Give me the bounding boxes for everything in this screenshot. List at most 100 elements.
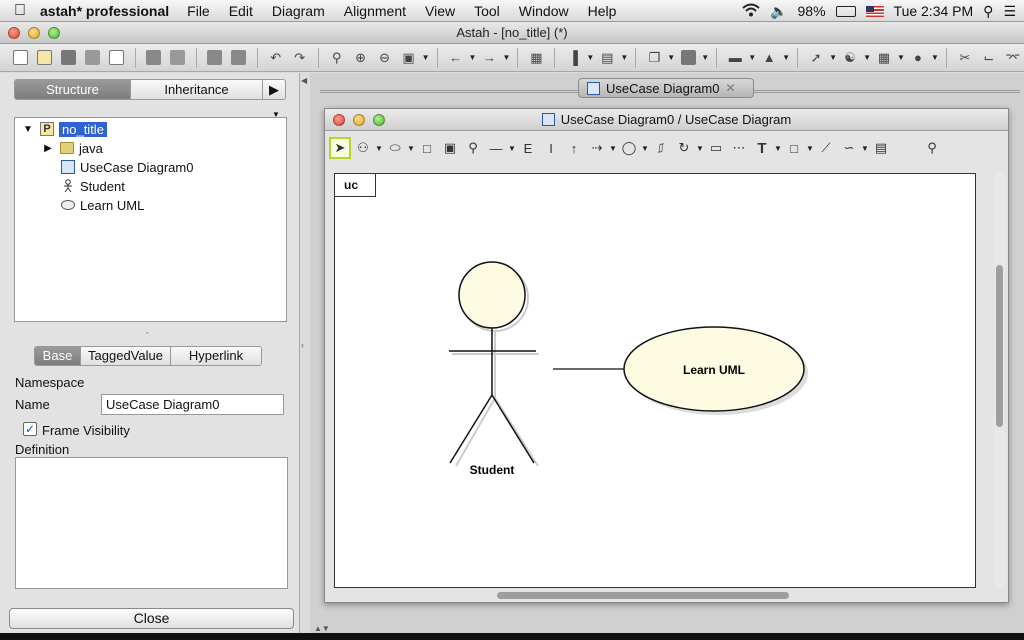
stamp-dropdown-icon[interactable]: ▼ — [782, 53, 790, 62]
fit-to-window-icon[interactable]: ▣ — [398, 47, 420, 69]
line-tool-icon[interactable]: ⟋ — [815, 137, 837, 159]
close-tab-icon[interactable]: ✕ — [725, 81, 735, 95]
vertical-scroll-thumb[interactable] — [996, 265, 1003, 427]
menu-diagram[interactable]: Diagram — [272, 3, 325, 19]
rectangle-tool-dropdown-icon[interactable]: ▼ — [806, 144, 814, 153]
actor-name[interactable]: Student — [470, 463, 515, 477]
zoom-window-button[interactable] — [48, 27, 60, 39]
line-connector-icon[interactable]: ➚ — [805, 47, 827, 69]
line-style-dropdown-icon[interactable]: ▼ — [748, 53, 756, 62]
menu-window[interactable]: Window — [519, 3, 569, 19]
circle-dropdown-icon[interactable]: ▼ — [931, 53, 939, 62]
generalization-tool-icon[interactable]: ↑ — [563, 137, 585, 159]
line-connector-dropdown-icon[interactable]: ▼ — [829, 53, 837, 62]
tab-taggedvalue[interactable]: TaggedValue — [81, 347, 171, 365]
clock[interactable]: Tue 2:34 PM — [894, 3, 974, 19]
battery-icon[interactable] — [835, 5, 856, 17]
system-boundary-tool-icon[interactable]: □ — [416, 137, 438, 159]
align-top-icon[interactable]: ▐ — [562, 47, 584, 69]
align-left-icon[interactable]: ▤ — [596, 47, 618, 69]
extend-tool-icon[interactable]: E — [517, 137, 539, 159]
text-tool-dropdown-icon[interactable]: ▼ — [774, 144, 782, 153]
undo-icon[interactable]: ↶ — [265, 47, 287, 69]
doc-tab-usecase-diagram[interactable]: UseCase Diagram0 ✕ — [578, 78, 754, 98]
tab-base[interactable]: Base — [35, 347, 81, 365]
tab-scroll-right-icon[interactable]: ▶ — [263, 80, 285, 99]
input-flag-icon[interactable] — [865, 5, 884, 17]
usecase-tool-dropdown-icon[interactable]: ▼ — [407, 144, 415, 153]
circle-icon[interactable]: ● — [907, 47, 929, 69]
text-tool-icon[interactable]: T — [751, 137, 773, 159]
align-left-dropdown-icon[interactable]: ▼ — [620, 53, 628, 62]
menu-tool[interactable]: Tool — [474, 3, 500, 19]
association-tool-dropdown-icon[interactable]: ▼ — [508, 144, 516, 153]
copy-diagram-icon[interactable] — [204, 47, 226, 69]
stamp-icon[interactable]: ▲ — [758, 47, 780, 69]
battery-percent[interactable]: 98% — [798, 3, 826, 19]
expanded-disclosure-icon[interactable]: ▼ — [21, 122, 35, 136]
vertical-scrollbar[interactable] — [995, 173, 1005, 588]
corner-line-icon[interactable]: ⌙ — [978, 47, 1000, 69]
minimize-diagram-button[interactable] — [353, 114, 365, 126]
bring-front-dropdown-icon[interactable]: ▼ — [667, 53, 675, 62]
curve-line-icon[interactable]: ⌤ — [1002, 47, 1024, 69]
tree-item-student[interactable]: Student — [61, 177, 125, 195]
boundary-tool-icon[interactable]: ⎎ — [650, 137, 672, 159]
zoom-in-icon[interactable]: ⊕ — [350, 47, 372, 69]
paste-diagram-icon[interactable] — [228, 47, 250, 69]
tree-layout-icon[interactable]: ☯ — [839, 47, 861, 69]
close-button[interactable]: Close — [9, 608, 294, 629]
menu-help[interactable]: Help — [588, 3, 617, 19]
back-dropdown-icon[interactable]: ▼ — [468, 53, 477, 62]
usecase-tool-icon[interactable]: ⬭ — [384, 137, 406, 159]
control-tool-icon[interactable]: ↻ — [673, 137, 695, 159]
fill-color-dropdown-icon[interactable]: ▼ — [701, 53, 709, 62]
tab-hyperlink[interactable]: Hyperlink — [171, 347, 261, 365]
align-top-dropdown-icon[interactable]: ▼ — [586, 53, 594, 62]
pin-tool-icon[interactable]: ⚲ — [921, 137, 943, 159]
diagram-canvas[interactable]: uc Student Learn UML — [334, 173, 976, 588]
volume-icon[interactable]: 🔈 — [770, 3, 787, 20]
open-file-icon[interactable] — [34, 47, 56, 69]
name-field[interactable]: UseCase Diagram0 — [101, 394, 284, 415]
freeform-tool-dropdown-icon[interactable]: ▼ — [861, 144, 869, 153]
save-icon[interactable] — [58, 47, 80, 69]
resize-corner-icon[interactable]: ▲▼ — [314, 624, 330, 633]
entity-tool-icon[interactable]: ◯ — [618, 137, 640, 159]
menu-view[interactable]: View — [425, 3, 455, 19]
tree-item-learn-uml[interactable]: Learn UML — [61, 196, 144, 214]
frame-visibility-checkbox[interactable]: ✓ — [23, 422, 37, 436]
dependency-tool-dropdown-icon[interactable]: ▼ — [609, 144, 617, 153]
paste-icon[interactable] — [167, 47, 189, 69]
line-style-icon[interactable]: ▬ — [724, 47, 746, 69]
menu-edit[interactable]: Edit — [229, 3, 253, 19]
note-tool-icon[interactable]: ▭ — [705, 137, 727, 159]
new-file-icon[interactable] — [10, 47, 32, 69]
select-tool-icon[interactable]: ➤ — [329, 137, 351, 159]
package-tool-icon[interactable]: ▣ — [439, 137, 461, 159]
print-icon[interactable] — [82, 47, 104, 69]
dependency-tool-icon[interactable]: ⇢ — [586, 137, 608, 159]
entity-tool-dropdown-icon[interactable]: ▼ — [641, 144, 649, 153]
copy-icon[interactable] — [143, 47, 165, 69]
image-tool-icon[interactable]: ▤ — [870, 137, 892, 159]
close-diagram-button[interactable] — [333, 114, 345, 126]
tree-item-java[interactable]: ▶ java — [41, 139, 103, 157]
association-tool-icon[interactable]: — — [485, 137, 507, 159]
tab-inheritance[interactable]: Inheritance — [131, 80, 263, 99]
rectangle-tool-icon[interactable]: □ — [783, 137, 805, 159]
find-icon[interactable]: ⚲ — [326, 47, 348, 69]
horizontal-scroll-thumb[interactable] — [497, 592, 789, 599]
zoom-diagram-button[interactable] — [373, 114, 385, 126]
include-tool-icon[interactable]: I — [540, 137, 562, 159]
extension-point-tool-icon[interactable]: ⚲ — [462, 137, 484, 159]
layout-icon[interactable]: ▦ — [873, 47, 895, 69]
back-icon[interactable]: ← — [445, 47, 467, 69]
redo-icon[interactable]: ↷ — [289, 47, 311, 69]
actor-tool-dropdown-icon[interactable]: ▼ — [375, 144, 383, 153]
list-menu-icon[interactable]: ☰ — [1003, 3, 1016, 20]
print-preview-icon[interactable] — [106, 47, 128, 69]
tree-root-row[interactable]: ▼ P no_title — [21, 120, 107, 138]
layout-dropdown-icon[interactable]: ▼ — [897, 53, 905, 62]
tree-layout-dropdown-icon[interactable]: ▼ — [863, 53, 871, 62]
